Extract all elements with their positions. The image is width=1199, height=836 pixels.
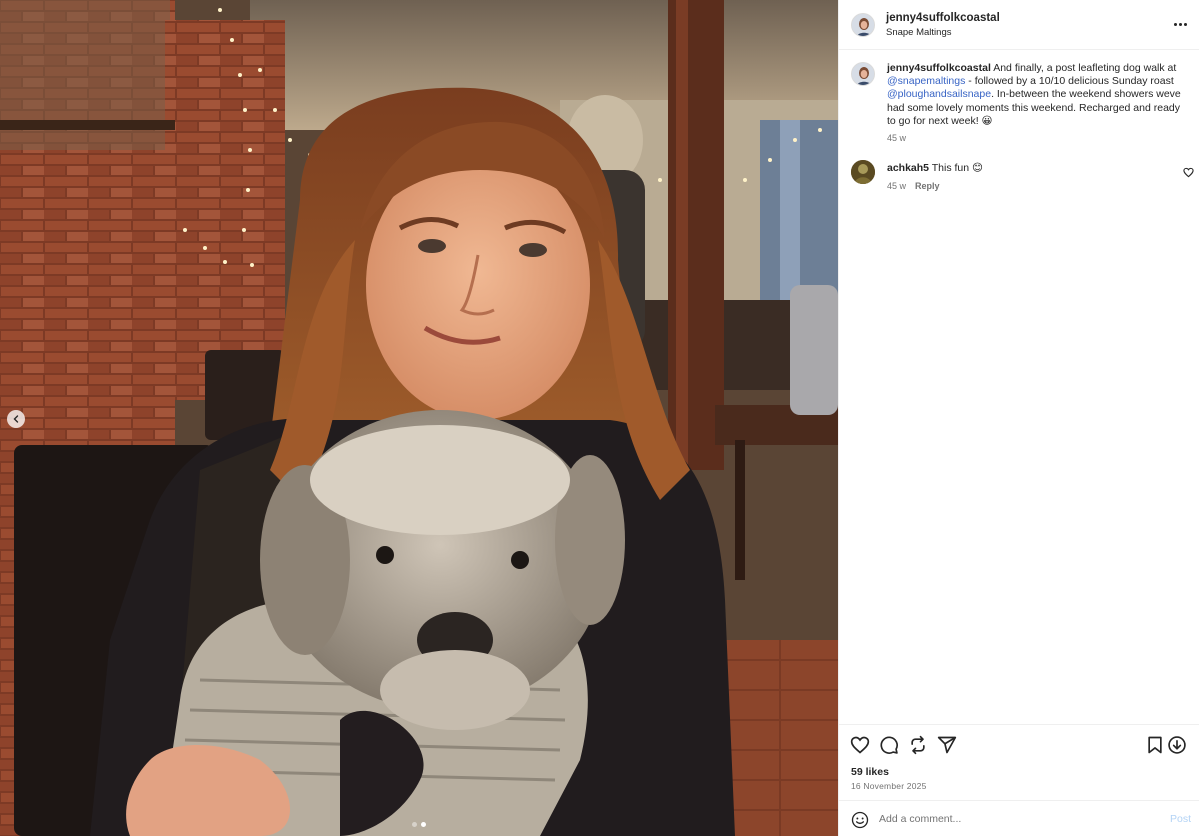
- more-options-dot: [1184, 22, 1187, 26]
- carousel-indicator: [412, 822, 426, 827]
- repost-icon[interactable]: [908, 735, 928, 755]
- share-icon[interactable]: [937, 735, 957, 755]
- post-comment-button[interactable]: Post: [1170, 813, 1191, 825]
- more-options-icon: [1174, 22, 1177, 26]
- post-date[interactable]: 16 November 2025: [851, 781, 927, 791]
- post-header: jenny4suffolkcoastal Snape Maltings: [839, 0, 1199, 50]
- caption-text: jenny4suffolkcoastal And finally, a post…: [887, 62, 1187, 128]
- caption-middle: - followed by a 10/10 delicious Sunday r…: [968, 75, 1174, 88]
- commenter-avatar-image: [851, 160, 875, 184]
- commenter-username[interactable]: achkah5: [887, 162, 929, 174]
- comment-input[interactable]: [879, 809, 1149, 829]
- mention-link[interactable]: @ploughandsailsnape: [887, 88, 991, 100]
- post-location[interactable]: Snape Maltings: [886, 27, 951, 38]
- post-photo[interactable]: [0, 0, 838, 836]
- caption-intro: And finally, a post leafleting dog walk …: [993, 62, 1177, 74]
- comment-item: achkah5 This fun 😊 45 w Reply: [839, 158, 1199, 198]
- comment-heart-icon[interactable]: [1183, 167, 1194, 178]
- post-side-panel: jenny4suffolkcoastal Snape Maltings jenn…: [838, 0, 1199, 836]
- carousel-previous-button[interactable]: [7, 410, 25, 428]
- carousel-dot-active: [421, 822, 426, 827]
- comment-icon[interactable]: [879, 735, 899, 755]
- download-icon[interactable]: [1167, 735, 1187, 755]
- reply-button[interactable]: Reply: [915, 181, 940, 191]
- emoji-icon[interactable]: [851, 811, 869, 829]
- comment-meta: 45 w Reply: [887, 181, 940, 191]
- carousel-dot: [412, 822, 417, 827]
- more-options-dot: [1179, 22, 1182, 26]
- photo-scene: [0, 0, 838, 836]
- bookmark-icon[interactable]: [1145, 735, 1165, 755]
- comment-body: This fun 😊: [931, 162, 983, 174]
- author-avatar-image: [852, 14, 874, 36]
- add-comment-bar: Post: [839, 800, 1199, 836]
- caption-username[interactable]: jenny4suffolkcoastal: [887, 62, 991, 74]
- caption-author-avatar[interactable]: [851, 62, 875, 86]
- mention-link[interactable]: @snapemaltings: [887, 75, 965, 87]
- heart-icon[interactable]: [850, 735, 870, 755]
- commenter-avatar[interactable]: [851, 160, 875, 184]
- chevron-left-icon: [13, 415, 19, 423]
- comment-timestamp[interactable]: 45 w: [887, 181, 906, 191]
- likes-count[interactable]: 59 likes: [851, 766, 889, 778]
- caption-author-avatar-image: [852, 63, 874, 85]
- comment-text: achkah5 This fun 😊: [887, 162, 983, 174]
- caption-timestamp[interactable]: 45 w: [887, 133, 906, 143]
- author-avatar[interactable]: [851, 13, 875, 37]
- post-actions: 59 likes 16 November 2025: [839, 724, 1199, 800]
- more-options-button[interactable]: [1174, 18, 1190, 30]
- author-username[interactable]: jenny4suffolkcoastal: [886, 12, 1000, 24]
